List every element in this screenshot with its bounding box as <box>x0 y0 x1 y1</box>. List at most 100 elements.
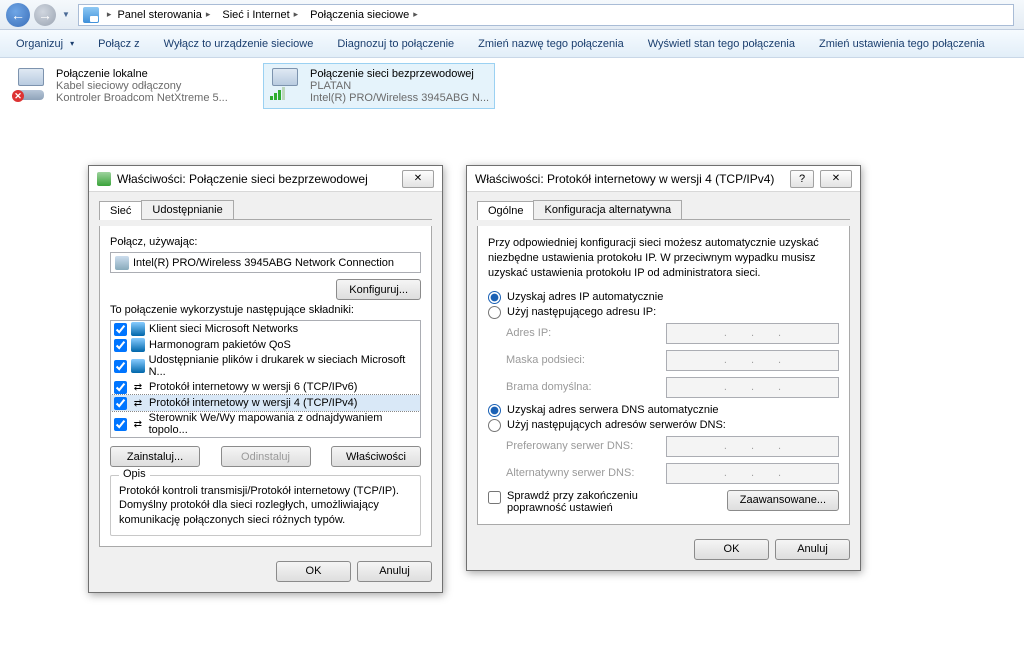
item-label: Klient sieci Microsoft Networks <box>149 323 298 335</box>
cancel-button[interactable]: Anuluj <box>775 539 850 560</box>
protocol-icon: ⇄ <box>131 417 145 431</box>
list-item[interactable]: Udostępnianie plików i drukarek w siecia… <box>111 353 420 379</box>
nav-back-button[interactable]: ← <box>6 3 30 27</box>
tab-alternate[interactable]: Konfiguracja alternatywna <box>533 200 682 219</box>
connection-status: Kabel sieciowy odłączony <box>56 80 228 92</box>
ip-address-field: ... <box>666 323 839 344</box>
uninstall-button: Odinstaluj <box>221 446 311 467</box>
crumb-label: Sieć i Internet <box>222 9 289 21</box>
crumb-panel[interactable]: Panel sterowania ▸ <box>111 5 216 25</box>
dialog-title-text: Właściwości: Protokół internetowy w wers… <box>475 172 774 186</box>
dialog-titlebar[interactable]: Właściwości: Protokół internetowy w wers… <box>467 166 860 192</box>
install-button[interactable]: Zainstaluj... <box>110 446 200 467</box>
connection-wlan[interactable]: Połączenie sieci bezprzewodowej PLATAN I… <box>264 64 494 108</box>
item-label: Harmonogram pakietów QoS <box>149 339 291 351</box>
item-label: Protokół internetowy w wersji 4 (TCP/IPv… <box>149 397 357 409</box>
description-text: Protokół kontroli transmisji/Protokół in… <box>119 484 412 527</box>
components-listbox[interactable]: Klient sieci Microsoft Networks Harmonog… <box>110 320 421 438</box>
connections-list: Połączenie lokalne Kabel sieciowy odłącz… <box>0 58 1024 114</box>
item-checkbox[interactable] <box>114 360 127 373</box>
item-checkbox[interactable] <box>114 381 127 394</box>
chevron-right-icon: ▸ <box>206 9 211 20</box>
subnet-mask-label: Maska podsieci: <box>506 354 656 366</box>
radio-dns-manual[interactable]: Użyj następujących adresów serwerów DNS: <box>488 419 839 432</box>
adapter-field[interactable]: Intel(R) PRO/Wireless 3945ABG Network Co… <box>110 252 421 273</box>
item-label: Protokół internetowy w wersji 6 (TCP/IPv… <box>149 381 357 393</box>
protocol-icon: ⇄ <box>131 380 145 394</box>
tab-sharing[interactable]: Udostępnianie <box>141 200 233 219</box>
close-button[interactable]: ✕ <box>402 170 434 188</box>
list-item[interactable]: Harmonogram pakietów QoS <box>111 337 420 353</box>
crumb-connections[interactable]: Połączenia sieciowe▸ <box>304 5 424 25</box>
service-icon <box>131 338 145 352</box>
validate-checkbox-row[interactable]: Sprawdź przy zakończeniu poprawność usta… <box>488 490 688 514</box>
adapter-icon <box>97 172 111 186</box>
list-item[interactable]: ⇄Responder odnajdywania topologii warstw… <box>111 437 420 438</box>
item-label: Sterownik We/Wy mapowania z odnajdywanie… <box>149 412 417 436</box>
tabs: Ogólne Konfiguracja alternatywna <box>477 200 850 220</box>
crumb-label: Połączenia sieciowe <box>310 9 409 21</box>
ip-address-label: Adres IP: <box>506 327 656 339</box>
preferred-dns-field: ... <box>666 436 839 457</box>
dialog-tcpip-properties: Właściwości: Protokół internetowy w wers… <box>466 165 861 571</box>
connection-name: Połączenie sieci bezprzewodowej <box>310 68 489 80</box>
command-bar: Organizuj Połącz z Wyłącz to urządzenie … <box>0 30 1024 58</box>
disable-device-button[interactable]: Wyłącz to urządzenie sieciowe <box>154 34 324 54</box>
validate-checkbox[interactable] <box>488 491 501 504</box>
advanced-button[interactable]: Zaawansowane... <box>727 490 839 511</box>
crumb-network[interactable]: Sieć i Internet▸ <box>216 5 304 25</box>
ok-button[interactable]: OK <box>276 561 351 582</box>
list-item[interactable]: ⇄ Protokół internetowy w wersji 6 (TCP/IP… <box>111 379 420 395</box>
dialog-connection-properties: Właściwości: Połączenie sieci bezprzewod… <box>88 165 443 593</box>
adapter-name: Intel(R) PRO/Wireless 3945ABG Network Co… <box>133 257 394 269</box>
dialog-titlebar[interactable]: Właściwości: Połączenie sieci bezprzewod… <box>89 166 442 192</box>
nav-forward-button[interactable]: → <box>34 4 56 26</box>
ok-button[interactable]: OK <box>694 539 769 560</box>
tab-network[interactable]: Sieć <box>99 201 142 220</box>
nav-history-dropdown[interactable]: ▼ <box>62 10 70 19</box>
subnet-mask-field: ... <box>666 350 839 371</box>
help-button[interactable]: ? <box>790 170 814 188</box>
item-checkbox[interactable] <box>114 339 127 352</box>
radio-ip-manual[interactable]: Użyj następującego adresu IP: <box>488 306 839 319</box>
item-checkbox[interactable] <box>114 418 127 431</box>
connection-adapter: Intel(R) PRO/Wireless 3945ABG N... <box>310 92 489 104</box>
properties-button[interactable]: Właściwości <box>331 446 421 467</box>
radio-input[interactable] <box>488 306 501 319</box>
alternate-dns-label: Alternatywny serwer DNS: <box>506 467 656 479</box>
tab-general[interactable]: Ogólne <box>477 201 534 220</box>
view-status-button[interactable]: Wyświetl stan tego połączenia <box>638 34 805 54</box>
crumb-label: Panel sterowania <box>117 9 201 21</box>
item-checkbox[interactable] <box>114 397 127 410</box>
radio-input[interactable] <box>488 419 501 432</box>
wlan-icon <box>268 68 304 100</box>
organize-menu[interactable]: Organizuj <box>6 34 84 54</box>
control-panel-icon <box>83 7 99 23</box>
cancel-button[interactable]: Anuluj <box>357 561 432 582</box>
connection-lan[interactable]: Połączenie lokalne Kabel sieciowy odłącz… <box>10 64 240 108</box>
item-checkbox[interactable] <box>114 323 127 336</box>
radio-label: Uzyskaj adres serwera DNS automatycznie <box>507 404 719 416</box>
radio-ip-auto[interactable]: Uzyskaj adres IP automatycznie <box>488 291 839 304</box>
connect-button[interactable]: Połącz z <box>88 34 150 54</box>
diagnose-button[interactable]: Diagnozuj to połączenie <box>327 34 464 54</box>
change-settings-button[interactable]: Zmień ustawienia tego połączenia <box>809 34 995 54</box>
alternate-dns-field: ... <box>666 463 839 484</box>
service-icon <box>131 359 145 373</box>
intro-text: Przy odpowiedniej konfiguracji sieci moż… <box>488 236 839 281</box>
radio-label: Użyj następującego adresu IP: <box>507 306 656 318</box>
radio-input[interactable] <box>488 404 501 417</box>
radio-input[interactable] <box>488 291 501 304</box>
tab-page-general: Przy odpowiedniej konfiguracji sieci moż… <box>477 226 850 525</box>
gateway-field: ... <box>666 377 839 398</box>
configure-button[interactable]: Konfiguruj... <box>336 279 421 300</box>
client-icon <box>131 322 145 336</box>
list-item[interactable]: ⇄ Sterownik We/Wy mapowania z odnajdywani… <box>111 411 420 437</box>
breadcrumb[interactable]: ▸ Panel sterowania ▸ Sieć i Internet▸ Poł… <box>78 4 1014 26</box>
rename-button[interactable]: Zmień nazwę tego połączenia <box>468 34 634 54</box>
description-group: Opis Protokół kontroli transmisji/Protok… <box>110 475 421 536</box>
list-item[interactable]: ⇄Protokół internetowy w wersji 4 (TCP/IP… <box>111 395 420 411</box>
list-item[interactable]: Klient sieci Microsoft Networks <box>111 321 420 337</box>
radio-dns-auto[interactable]: Uzyskaj adres serwera DNS automatycznie <box>488 404 839 417</box>
close-button[interactable]: ✕ <box>820 170 852 188</box>
